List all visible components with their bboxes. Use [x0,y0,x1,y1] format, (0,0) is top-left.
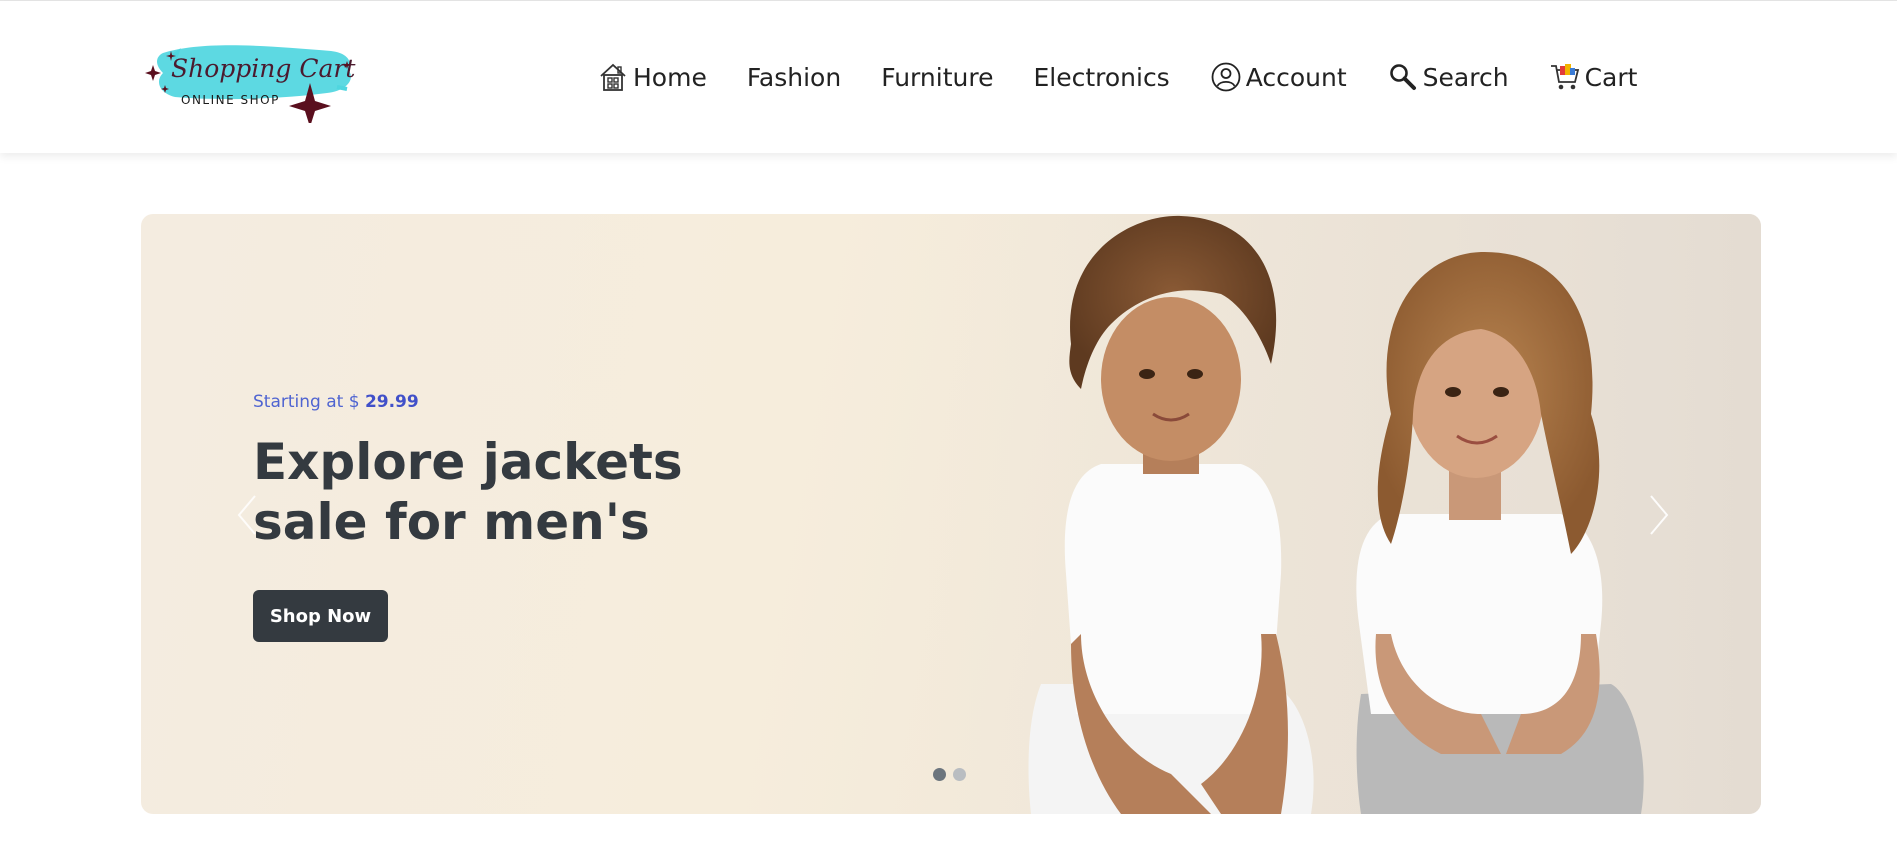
nav-cart-label: Cart [1584,62,1638,92]
carousel-prev-arrow[interactable] [227,490,267,540]
search-icon [1387,61,1419,93]
hero-carousel: Starting at $ 29.99 Explore jackets sale… [141,214,1761,814]
price-prefix: Starting at $ [253,392,360,412]
price-value: 29.99 [364,392,419,412]
main-nav: Home Fashion Furniture Electronics Accou… [597,55,1637,99]
nav-account[interactable]: Account [1210,55,1347,99]
nav-fashion[interactable]: Fashion [747,55,841,99]
hero-headline: Explore jackets sale for men's [253,432,773,552]
carousel-next-arrow[interactable] [1639,490,1679,540]
headline-line-2: sale for men's [253,493,650,551]
carousel-indicators [933,768,973,781]
nav-electronics[interactable]: Electronics [1033,55,1169,99]
cart-icon [1549,61,1581,93]
nav-fashion-label: Fashion [746,62,842,92]
hero-text-block: Starting at $ 29.99 Explore jackets sale… [253,392,773,642]
nav-furniture[interactable]: Furniture [881,55,993,99]
user-circle-icon [1210,61,1242,93]
nav-home[interactable]: Home [597,55,707,99]
chevron-left-icon [237,495,256,535]
nav-search-label: Search [1422,62,1509,92]
nav-furniture-label: Furniture [881,62,994,92]
logo-script-text: Shopping Cart [171,54,356,83]
nav-account-label: Account [1245,62,1347,92]
home-icon [597,61,629,93]
nav-search[interactable]: Search [1387,55,1509,99]
carousel-dot-2[interactable] [953,768,966,781]
nav-cart[interactable]: Cart [1549,55,1638,99]
nav-electronics-label: Electronics [1033,62,1170,92]
shop-now-button[interactable]: Shop Now [253,590,388,642]
carousel-dot-1[interactable] [933,768,946,781]
price-line: Starting at $ 29.99 [253,392,773,412]
hero-image [921,214,1761,814]
brand-logo[interactable]: Shopping Cart ONLINE SHOP [141,27,359,127]
headline-line-1: Explore jackets [253,433,683,491]
logo-sub-text: ONLINE SHOP [181,93,280,107]
site-header: Shopping Cart ONLINE SHOP Home Fashion F… [0,1,1897,153]
nav-home-label: Home [633,62,707,92]
chevron-right-icon [1650,495,1669,535]
